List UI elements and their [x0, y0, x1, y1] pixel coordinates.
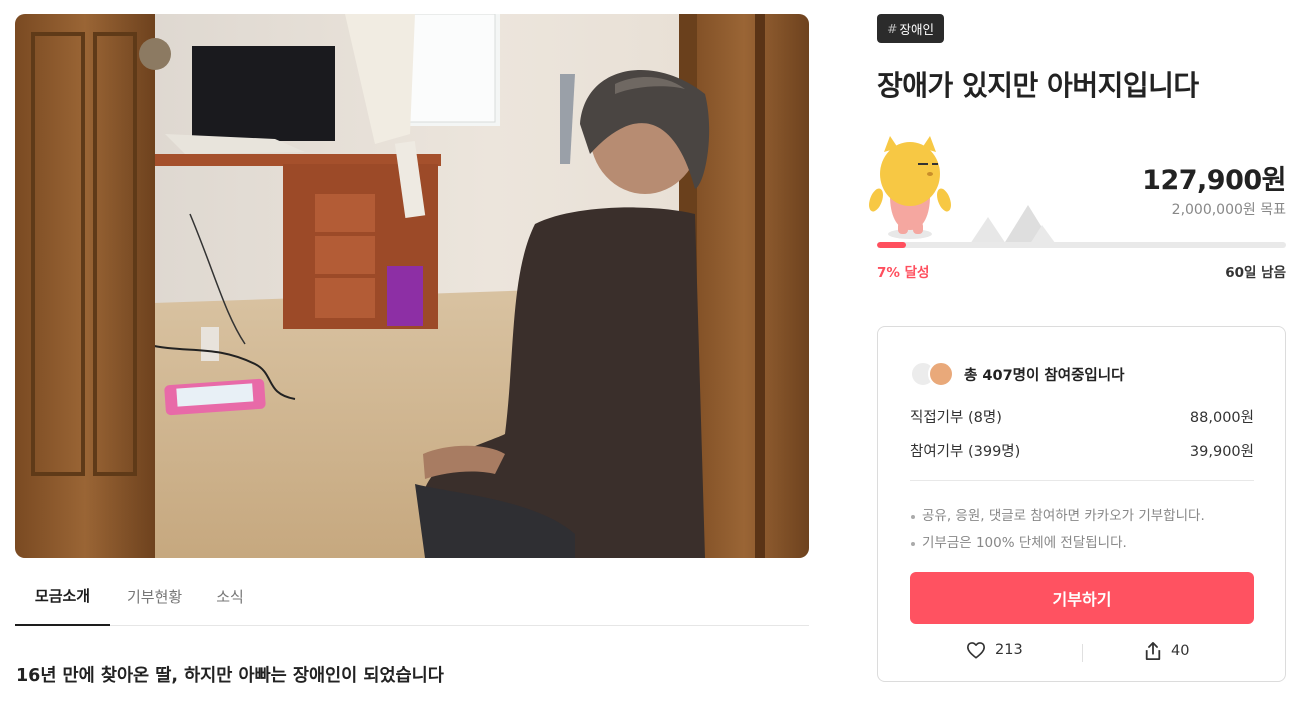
direct-donation-row: 직접기부 (8명) 88,000원 [910, 406, 1254, 427]
engaged-donation-amount: 39,900원 [1189, 444, 1254, 460]
donate-button[interactable]: 기부하기 [910, 572, 1254, 624]
donation-notes: 공유, 응원, 댓글로 참여하면 카카오가 기부합니다. 기부금은 100% 단… [910, 503, 1205, 557]
divider [910, 480, 1254, 481]
direct-donation-label: 직접기부 (8명) [910, 410, 1002, 426]
progress-bar [877, 242, 1286, 248]
tab-story[interactable]: 모금소개 [15, 566, 110, 626]
campaign-photo [15, 14, 809, 558]
share-button[interactable]: 40 [1144, 641, 1189, 661]
hash-symbol: # [887, 21, 898, 36]
donation-card: 총 407명이 참여중입니다 직접기부 (8명) 88,000원 참여기부 (3… [877, 326, 1286, 682]
mascot-icon [869, 136, 951, 239]
engaged-donation-row: 참여기부 (399명) 39,900원 [910, 440, 1254, 461]
content-tabs: 모금소개 기부현황 소식 [15, 566, 809, 626]
category-tag[interactable]: # 장애인 [877, 14, 944, 43]
tab-news[interactable]: 소식 [199, 566, 261, 626]
share-count: 40 [1171, 643, 1190, 659]
tab-donation-status[interactable]: 기부현황 [110, 566, 199, 626]
heart-icon [966, 642, 985, 659]
campaign-title: 장애가 있지만 아버지입니다 [877, 69, 1199, 102]
category-tag-label: 장애인 [899, 22, 934, 37]
raised-amount: 127,900원 [1142, 165, 1286, 196]
participant-avatars [910, 361, 956, 387]
note-item: 공유, 응원, 댓글로 참여하면 카카오가 기부합니다. [910, 503, 1205, 530]
participants-summary: 총 407명이 참여중입니다 [910, 361, 1124, 387]
action-separator [1082, 644, 1083, 662]
progress-fill [877, 242, 906, 248]
percent-achieved: 7% 달성 [877, 265, 930, 281]
mountains-graphic [968, 205, 1058, 247]
share-icon [1145, 642, 1161, 660]
like-count: 213 [995, 642, 1023, 658]
avatar [928, 361, 954, 387]
days-left: 60일 남음 [1225, 265, 1286, 281]
participants-count: 총 407명이 참여중입니다 [964, 367, 1125, 384]
engaged-donation-label: 참여기부 (399명) [910, 444, 1021, 460]
story-heading: 16년 만에 찾아온 딸, 하지만 아빠는 장애인이 되었습니다 [16, 666, 444, 686]
note-item: 기부금은 100% 단체에 전달됩니다. [910, 530, 1205, 557]
like-button[interactable]: 213 [966, 641, 1023, 659]
social-actions: 213 40 [878, 641, 1287, 667]
goal-amount: 2,000,000원 목표 [1171, 202, 1286, 218]
direct-donation-amount: 88,000원 [1189, 410, 1254, 426]
